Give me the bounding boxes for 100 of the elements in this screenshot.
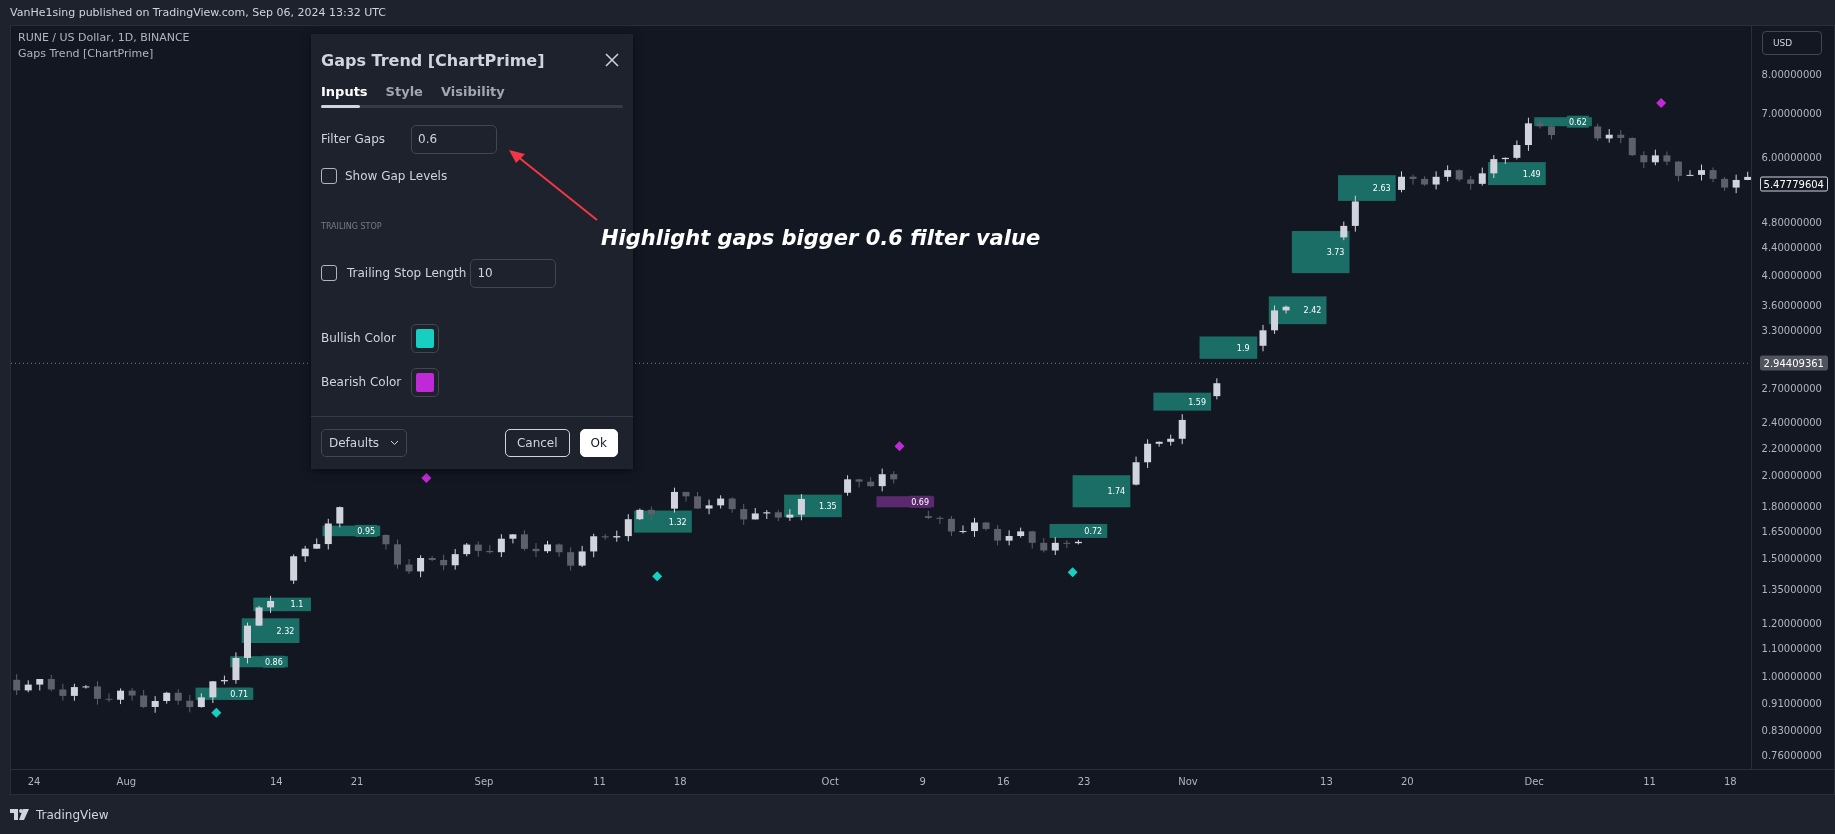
cancel-button[interactable]: Cancel	[504, 429, 570, 457]
candle	[140, 689, 148, 709]
candle	[797, 493, 805, 521]
price-tick: 8.00000000	[1761, 68, 1822, 80]
candle	[1467, 175, 1475, 191]
date-tick: 9	[919, 776, 926, 787]
candle	[971, 517, 978, 538]
candle	[474, 541, 482, 558]
price-tick: 0.91000000	[1761, 697, 1822, 709]
date-tick: Sep	[474, 776, 494, 787]
candle	[1663, 151, 1671, 166]
candle	[1432, 170, 1440, 190]
candle	[1698, 164, 1706, 181]
candle	[244, 622, 251, 664]
defaults-dropdown[interactable]: Defaults	[321, 429, 407, 457]
candle	[555, 542, 563, 558]
tab[interactable]: Inputs	[321, 84, 368, 105]
checkbox[interactable]	[321, 168, 337, 184]
candle	[624, 513, 632, 542]
candle	[128, 687, 136, 702]
candle	[1398, 170, 1405, 193]
price-tick: 1.65000000	[1761, 525, 1822, 537]
candle	[163, 691, 171, 705]
candle	[1040, 537, 1048, 554]
checkbox[interactable]	[321, 265, 337, 281]
ok-button[interactable]: Ok	[579, 429, 618, 457]
gap-label: 0.86	[262, 655, 285, 668]
candle	[24, 679, 32, 693]
candle	[774, 509, 782, 522]
last-price-label: 5.47779604	[1759, 176, 1828, 192]
candle	[1409, 174, 1417, 186]
candle	[947, 515, 955, 537]
date-tick: 23	[1077, 776, 1091, 787]
checkbox-label: Show Gap Levels	[345, 169, 448, 183]
candle	[544, 540, 552, 554]
date-tick: 16	[997, 776, 1010, 787]
candle	[1351, 195, 1359, 233]
candle	[451, 548, 459, 571]
currency-button[interactable]: USD	[1762, 31, 1822, 55]
candle	[509, 533, 517, 544]
tab[interactable]: Style	[385, 84, 423, 105]
candle	[705, 499, 713, 515]
color-swatch[interactable]	[411, 367, 439, 397]
price-tick: 1.50000000	[1761, 552, 1822, 564]
date-tick: Aug	[116, 776, 137, 787]
candle	[878, 468, 886, 492]
publish-info: VanHe1sing published on TradingView.com, Sep 06, 2024 13:32 UTC	[10, 6, 386, 19]
gap-label: 0.62	[1566, 115, 1589, 128]
dialog-title: Gaps Trend [ChartPrime]	[321, 50, 545, 70]
symbol-title: RUNE / US Dollar, 1D, BINANCE	[18, 31, 190, 44]
candle	[301, 545, 309, 563]
candle	[844, 474, 852, 497]
tab[interactable]: Visibility	[440, 84, 505, 105]
candle	[567, 546, 575, 572]
candle	[647, 506, 655, 521]
candle	[1524, 117, 1532, 152]
candle	[1005, 529, 1013, 546]
candle	[105, 692, 113, 703]
candle	[313, 538, 321, 550]
candle	[1628, 136, 1636, 157]
candle	[1155, 441, 1163, 448]
logo-icon	[10, 809, 30, 820]
date-tick: 24	[27, 776, 41, 787]
price-tick: 0.83000000	[1761, 724, 1822, 736]
gap-label: 3.73	[1324, 246, 1347, 259]
candle	[1536, 119, 1544, 129]
candle	[763, 509, 771, 520]
candle	[1721, 176, 1729, 192]
candle	[324, 518, 332, 550]
candle	[497, 533, 505, 558]
field-label: Bullish Color	[321, 331, 397, 345]
length-input[interactable]: 10	[470, 258, 557, 288]
candle	[1732, 174, 1740, 194]
candle	[1548, 124, 1555, 140]
candle	[1213, 377, 1221, 400]
price-tick: 2.00000000	[1761, 469, 1822, 481]
candle	[1271, 304, 1279, 335]
candle	[1444, 164, 1452, 182]
close-icon[interactable]	[603, 51, 621, 69]
candle	[151, 695, 159, 714]
gap-label: 0.71	[228, 687, 251, 700]
gap-label: 1.1	[285, 598, 308, 611]
candle	[578, 545, 586, 568]
candle	[751, 507, 759, 520]
candle	[936, 515, 944, 525]
candle	[267, 595, 275, 614]
date-tick: Dec	[1524, 776, 1544, 787]
candle	[417, 554, 425, 578]
filter-gaps-input[interactable]: 0.6	[411, 124, 497, 154]
candle	[670, 487, 678, 514]
gap-label: 2.42	[1301, 304, 1324, 317]
gap-label: 0.69	[909, 495, 932, 508]
color-swatch[interactable]	[411, 323, 439, 353]
chevron-icon	[390, 440, 399, 446]
price-tick: 3.60000000	[1761, 299, 1822, 311]
date-tick: 14	[269, 776, 283, 787]
candle	[290, 553, 298, 585]
candle	[463, 542, 471, 557]
candle	[1051, 536, 1059, 556]
candle	[59, 683, 67, 701]
